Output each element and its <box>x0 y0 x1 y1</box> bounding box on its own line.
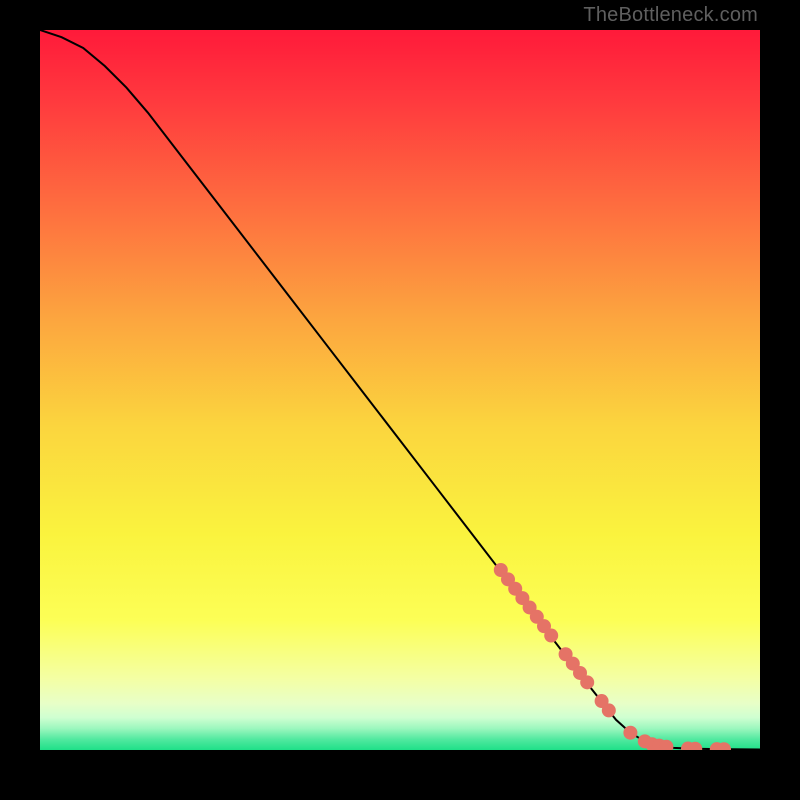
attribution-label: TheBottleneck.com <box>583 4 758 27</box>
chart-stage: TheBottleneck.com <box>0 0 800 800</box>
marker-point <box>602 703 616 717</box>
marker-point <box>623 726 637 740</box>
plot-area <box>40 30 760 750</box>
marker-point <box>580 675 594 689</box>
plot-background <box>40 30 760 750</box>
chart-svg <box>40 30 760 750</box>
marker-point <box>544 629 558 643</box>
